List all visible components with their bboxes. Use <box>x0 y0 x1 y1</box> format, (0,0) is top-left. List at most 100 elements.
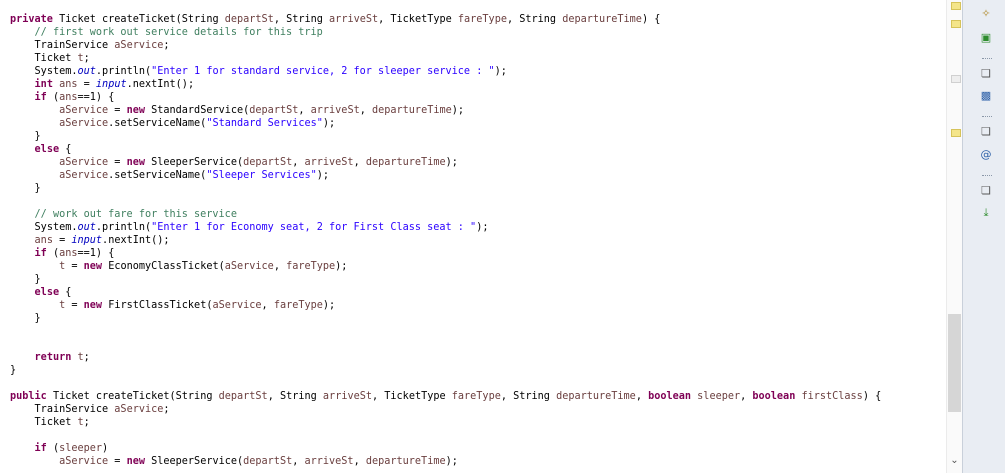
code-line[interactable]: TrainService aService; <box>10 403 170 416</box>
code-line[interactable]: aService.setServiceName("Standard Servic… <box>10 117 335 130</box>
wrench-icon[interactable]: ✧ <box>977 6 995 22</box>
overview-marker[interactable] <box>951 75 961 83</box>
variable-token: ans <box>34 235 53 246</box>
variable-token: aService <box>59 456 109 467</box>
code-line[interactable]: else { <box>10 143 72 156</box>
variable-token: departSt <box>224 14 274 25</box>
code-line[interactable]: } <box>10 312 41 325</box>
code-token: String <box>513 391 550 402</box>
code-line[interactable]: // first work out service details for th… <box>10 26 323 39</box>
code-line[interactable]: int ans = input.nextInt(); <box>10 78 195 91</box>
variable-token: ans <box>59 92 78 103</box>
code-line[interactable]: t = new EconomyClassTicket(aService, far… <box>10 260 347 273</box>
separator <box>982 175 992 178</box>
code-token: { <box>654 14 661 25</box>
code-line[interactable]: if (sleeper) <box>10 442 109 455</box>
code-token: TrainService <box>34 404 109 415</box>
code-line[interactable]: public Ticket createTicket(String depart… <box>10 390 881 403</box>
code-line[interactable]: aService = new SleeperService(departSt, … <box>10 455 458 468</box>
variable-token: aService <box>114 40 164 51</box>
code-line[interactable]: aService = new SleeperService(departSt, … <box>10 156 458 169</box>
new-class-icon[interactable]: ▣ <box>977 30 995 46</box>
code-line[interactable]: System.out.println("Enter 1 for Economy … <box>10 221 489 234</box>
code-line[interactable]: if (ans==1) { <box>10 247 115 260</box>
code-token: ); <box>322 300 336 311</box>
code-line[interactable]: t = new FirstClassTicket(aService, fareT… <box>10 299 335 312</box>
code-line[interactable]: Ticket t; <box>10 52 90 65</box>
code-token: { <box>875 391 882 402</box>
code-token: setServiceName <box>114 170 201 181</box>
vertical-scrollbar-thumb[interactable] <box>948 314 961 412</box>
code-token: createTicket <box>102 14 176 25</box>
code-line[interactable]: // work out fare for this service <box>10 208 237 221</box>
code-token: Ticket <box>34 53 72 64</box>
declaration-icon[interactable]: ⤓ <box>977 205 995 221</box>
right-trim-toolbar: ✧ ▣ ❏ ▩ ❏ @ ❏ ⤓ <box>962 0 1005 473</box>
code-token: String <box>286 14 323 25</box>
code-token: ; <box>83 352 90 363</box>
code-token: TicketType <box>390 14 452 25</box>
code-line[interactable]: private Ticket createTicket(String depar… <box>10 13 660 26</box>
code-line[interactable]: } <box>10 273 41 286</box>
code-token: ==1) <box>77 92 103 103</box>
javadoc-icon[interactable]: @ <box>977 147 995 163</box>
keyword-token: if <box>34 443 47 454</box>
code-line[interactable]: System.out.println("Enter 1 for standard… <box>10 65 507 78</box>
variable-token: aService <box>212 300 262 311</box>
code-token: } <box>10 365 17 376</box>
string-token: "Enter 1 for Economy seat, 2 for First C… <box>151 222 477 233</box>
separator <box>982 116 992 119</box>
variable-token: departureTime <box>562 14 642 25</box>
variable-token: fareType <box>457 14 507 25</box>
restore-icon[interactable]: ❏ <box>977 66 995 82</box>
console-icon[interactable]: ▩ <box>977 88 995 104</box>
field-token: out <box>77 222 96 233</box>
overview-marker[interactable] <box>951 2 961 10</box>
comment-token: // work out fare for this service <box>34 209 237 220</box>
code-line[interactable]: } <box>10 364 16 377</box>
string-token: "Standard Services" <box>206 118 323 129</box>
string-token: "Enter 1 for standard service, 2 for sle… <box>151 66 495 77</box>
code-token: } <box>34 131 41 142</box>
code-token: ); <box>316 170 329 181</box>
keyword-token: new <box>126 157 145 168</box>
code-line[interactable]: aService = new StandardService(departSt,… <box>10 104 464 117</box>
code-editor[interactable]: private Ticket createTicket(String depar… <box>0 0 946 473</box>
overview-marker[interactable] <box>951 129 961 137</box>
variable-token: arriveSt <box>304 157 354 168</box>
code-line[interactable]: aService.setServiceName("Sleeper Service… <box>10 169 329 182</box>
restore-icon[interactable]: ❏ <box>977 183 995 199</box>
code-line[interactable]: } <box>10 182 41 195</box>
restore-icon[interactable]: ❏ <box>977 124 995 140</box>
code-line[interactable]: TrainService aService; <box>10 39 170 52</box>
keyword-token: int <box>34 79 53 90</box>
overview-marker[interactable] <box>951 20 961 28</box>
code-line[interactable]: if (ans==1) { <box>10 91 115 104</box>
code-token: { <box>108 92 115 103</box>
variable-token: aService <box>59 170 109 181</box>
code-token: nextInt <box>132 79 176 90</box>
code-token: } <box>34 274 41 285</box>
code-token: SleeperService <box>151 157 237 168</box>
scroll-down-arrow-icon[interactable]: ⌄ <box>947 453 962 468</box>
variable-token: arriveSt <box>329 14 379 25</box>
code-token: ; <box>163 40 170 51</box>
code-token: ); <box>335 261 348 272</box>
code-line[interactable]: return t; <box>10 351 90 364</box>
code-line[interactable]: else { <box>10 286 72 299</box>
code-token: Ticket <box>59 14 96 25</box>
code-line[interactable]: } <box>10 130 41 143</box>
variable-token: ans <box>59 79 78 90</box>
code-line[interactable]: ans = input.nextInt(); <box>10 234 170 247</box>
code-token: String <box>175 391 213 402</box>
code-line[interactable]: Ticket t; <box>10 416 90 429</box>
keyword-token: if <box>34 248 47 259</box>
